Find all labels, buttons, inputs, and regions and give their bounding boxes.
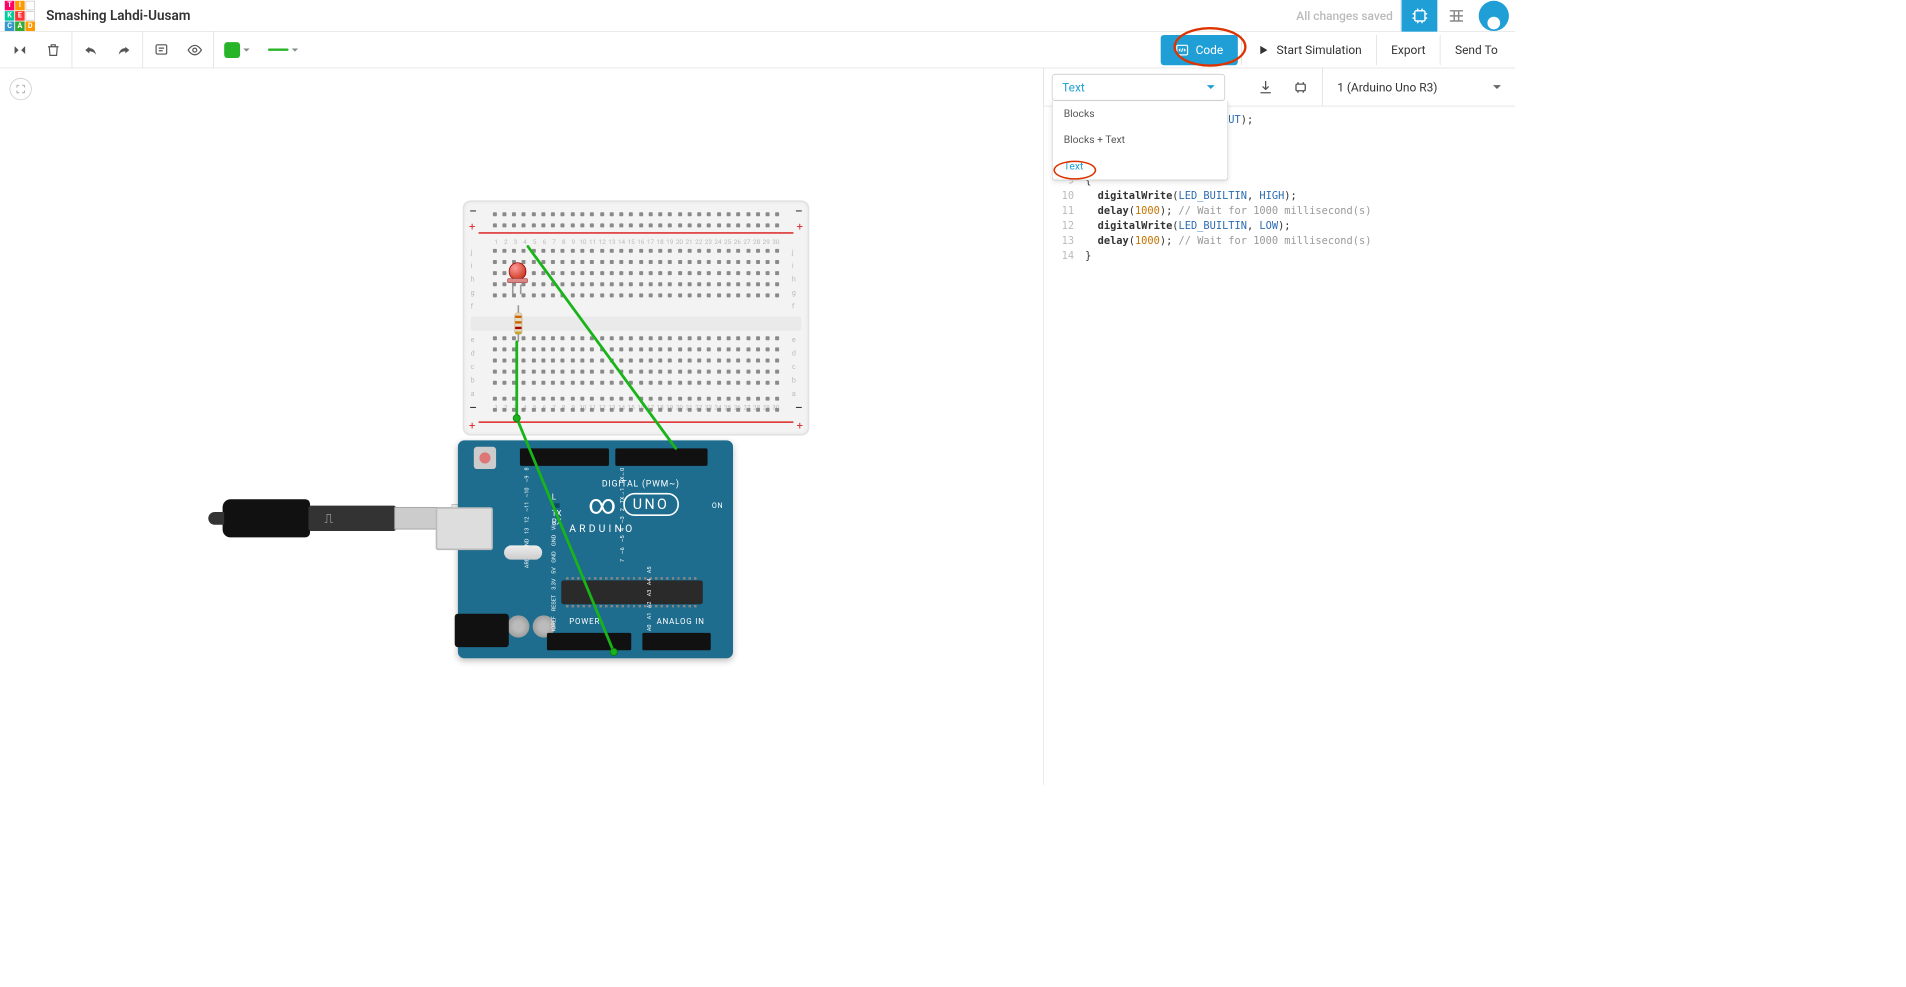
arduino-uno-component[interactable]: AREFGND1312~11~10~98 7~6~54~32TX→1RX←0 D… [458, 440, 733, 658]
download-code-button[interactable] [1252, 74, 1279, 101]
share-button[interactable]: Send To [1440, 35, 1512, 65]
arduino-tx-label: TX [552, 510, 562, 519]
code-mode-selected: Text [1062, 80, 1085, 94]
code-mode-option-blocks[interactable]: Blocks [1053, 101, 1228, 127]
arduino-mcu-chip [561, 580, 703, 604]
trash-icon [45, 42, 61, 58]
usb-cable[interactable]: ⎍ [223, 494, 462, 542]
code-button[interactable]: Code [1161, 35, 1238, 65]
led-component[interactable] [507, 262, 528, 289]
mirror-button[interactable] [6, 36, 33, 63]
arduino-logo: ∞ UNO [588, 493, 679, 516]
arduino-reset-button[interactable] [474, 447, 496, 469]
annotation-button[interactable] [148, 36, 175, 63]
code-mode-option-blocks-text[interactable]: Blocks + Text [1053, 127, 1228, 153]
board-select-dropdown[interactable]: 1 (Arduino Uno R3) [1331, 74, 1507, 101]
arduino-analog-label: ANALOG IN [657, 618, 705, 627]
arduino-l-label: L [552, 493, 562, 502]
fit-icon [15, 83, 26, 94]
arduino-digital-label: DIGITAL (PWM~) [577, 479, 704, 489]
undo-icon [83, 42, 99, 58]
editor-code[interactable]: OUTPUT); } void loop() { digitalWrite(LE… [1080, 107, 1379, 785]
board-select-label: 1 (Arduino Uno R3) [1337, 80, 1437, 94]
wire-style-picker[interactable] [262, 36, 305, 63]
redo-button[interactable] [111, 36, 138, 63]
redo-icon [116, 42, 132, 58]
undo-button[interactable] [77, 36, 104, 63]
wire-color-picker[interactable] [219, 36, 256, 63]
list-grid-icon [1447, 7, 1464, 24]
note-icon [153, 42, 169, 58]
wire-color-swatch [224, 42, 240, 58]
start-simulation-label: Start Simulation [1276, 43, 1361, 57]
zoom-to-fit-button[interactable] [10, 78, 32, 100]
circuit-canvas[interactable]: −− ++ 1234567891011121314151617181920212… [0, 68, 1043, 784]
code-mode-menu: Blocks Blocks + Text Text [1052, 101, 1228, 181]
arduino-on-label: ON [712, 502, 724, 510]
wire-style-swatch [268, 48, 289, 50]
chip-small-icon [1293, 79, 1309, 95]
arduino-barrel-jack [455, 614, 509, 647]
user-avatar[interactable] [1479, 0, 1509, 30]
code-panel-toolbar: Text Blocks Blocks + Text Text 1 (Arduin… [1044, 68, 1515, 106]
code-mode-option-text[interactable]: Text [1053, 153, 1228, 179]
code-icon [1175, 43, 1189, 57]
eye-icon [187, 42, 203, 58]
code-mode-dropdown[interactable]: Text Blocks Blocks + Text Text [1052, 74, 1225, 101]
main-toolbar: Code Start Simulation Export Send To [0, 32, 1515, 69]
start-simulation-button[interactable]: Start Simulation [1241, 35, 1376, 65]
caret-down-icon [243, 48, 249, 54]
caret-down-icon [292, 48, 298, 54]
project-title[interactable]: Smashing Lahdi-Uusam [46, 8, 190, 24]
arduino-brand-label: ARDUINO [569, 523, 635, 535]
main-area: −− ++ 1234567891011121314151617181920212… [0, 68, 1515, 784]
tinkercad-logo[interactable]: TIN KER CAD [5, 0, 35, 30]
mirror-icon [12, 42, 28, 58]
wire-node[interactable] [610, 648, 618, 656]
editor-gutter: 567891011121314 [1044, 107, 1081, 785]
circuit-view-button[interactable] [1401, 0, 1438, 31]
share-label: Send To [1455, 43, 1498, 57]
chip-icon [1411, 7, 1428, 24]
export-button[interactable]: Export [1376, 35, 1440, 65]
delete-button[interactable] [40, 36, 67, 63]
code-panel: Text Blocks Blocks + Text Text 1 (Arduin… [1043, 68, 1515, 784]
save-status: All changes saved [1296, 8, 1393, 22]
arduino-power-label: POWER [569, 618, 600, 627]
components-list-button[interactable] [1437, 0, 1474, 31]
toggle-visibility-button[interactable] [181, 36, 208, 63]
open-libraries-button[interactable] [1287, 74, 1314, 101]
usb-icon: ⎍ [324, 510, 333, 526]
code-editor[interactable]: 567891011121314 OUTPUT); } void loop() {… [1044, 107, 1515, 785]
code-button-label: Code [1196, 43, 1224, 57]
download-icon [1258, 79, 1274, 95]
wire-node[interactable] [513, 414, 521, 422]
caret-down-icon [1493, 85, 1501, 93]
play-icon [1256, 43, 1270, 57]
resistor-component[interactable] [515, 305, 521, 342]
export-label: Export [1391, 43, 1425, 57]
app-header: TIN KER CAD Smashing Lahdi-Uusam All cha… [0, 0, 1515, 32]
caret-down-icon [1207, 85, 1215, 93]
